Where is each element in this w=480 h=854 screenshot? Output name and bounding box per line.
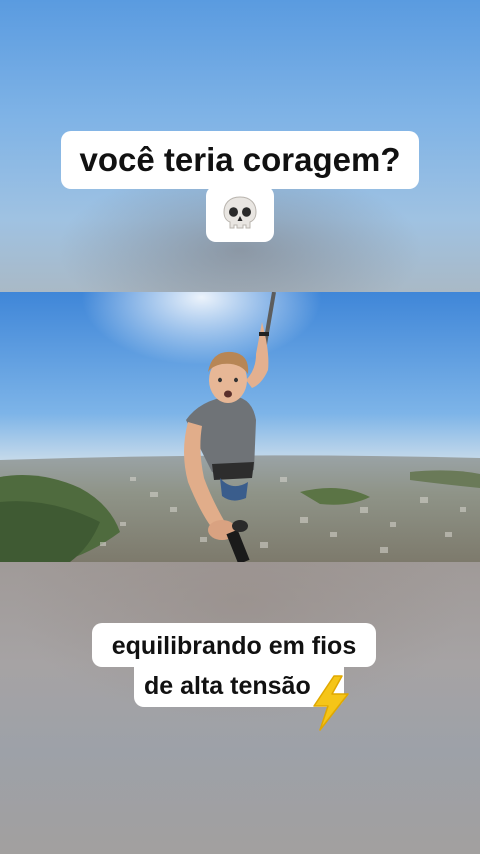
caption-bottom-line1: equilibrando em fios (92, 623, 376, 667)
lightning-icon (313, 675, 349, 731)
skull-icon (223, 196, 257, 229)
photo-wire-selfie (0, 292, 480, 562)
caption-top: você teria coragem? (61, 131, 419, 189)
skull-emoji-badge (206, 186, 274, 242)
blurred-background-bottom (0, 562, 480, 854)
